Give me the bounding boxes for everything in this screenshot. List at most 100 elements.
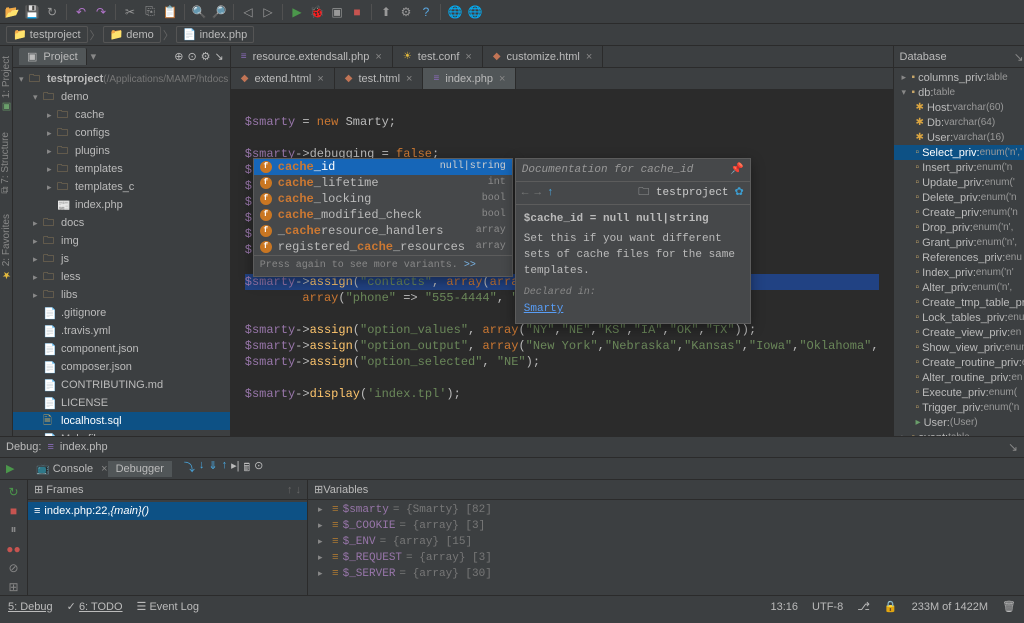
db-col[interactable]: ▫Trigger_priv: enum('n <box>894 400 1024 415</box>
status-eventlog[interactable]: ☰ Event Log <box>137 600 199 613</box>
db-col[interactable]: ▸User: (User) <box>894 415 1024 430</box>
db-col[interactable]: ▫Execute_priv: enum( <box>894 385 1024 400</box>
completion-item[interactable]: fcache_lockingbool <box>254 191 512 207</box>
undo-icon[interactable]: ↶ <box>73 4 89 20</box>
find-icon[interactable]: 🔍 <box>191 4 207 20</box>
db-col-selected[interactable]: ▫Select_priv: enum('n',' <box>894 145 1024 160</box>
step-over-icon[interactable]: ⤵ <box>184 459 195 478</box>
db-item[interactable]: ▸▪event: table <box>894 430 1024 436</box>
status-memory[interactable]: 233M of 1422M <box>912 601 988 613</box>
forward-icon[interactable]: ▷ <box>260 4 276 20</box>
tree-folder[interactable]: ▸🗀less <box>13 268 230 286</box>
stop-icon[interactable]: ■ <box>6 503 22 518</box>
close-icon[interactable]: × <box>406 73 412 85</box>
tree-file[interactable]: 📄CONTRIBUTING.md <box>13 376 230 394</box>
close-icon[interactable]: × <box>317 73 323 85</box>
redo-icon[interactable]: ↷ <box>93 4 109 20</box>
db-col[interactable]: ▫Create_tmp_table_pri <box>894 295 1024 310</box>
debugger-tab[interactable]: Debugger <box>108 461 172 477</box>
forward-icon[interactable]: → <box>534 185 541 201</box>
up-icon[interactable]: ↑ <box>547 185 554 201</box>
view-bp-icon[interactable]: ●● <box>6 542 22 557</box>
tree-folder[interactable]: ▸🗀configs <box>13 124 230 142</box>
tree-file[interactable]: 📄composer.json <box>13 358 230 376</box>
resume-icon[interactable]: ▶ <box>6 462 14 475</box>
db-col[interactable]: ▫Delete_priv: enum('n <box>894 190 1024 205</box>
step-into-icon[interactable]: ↓ <box>199 459 205 478</box>
tree-file-selected[interactable]: 🗎localhost.sql <box>13 412 230 430</box>
git-icon[interactable]: ⎇ <box>857 600 870 613</box>
tree-folder[interactable]: ▸🗀plugins <box>13 142 230 160</box>
status-todo[interactable]: ✓ 6: TODO <box>67 600 123 613</box>
tree-folder[interactable]: ▸🗀libs <box>13 286 230 304</box>
db-col[interactable]: ▫Create_routine_priv: e <box>894 355 1024 370</box>
db-col[interactable]: ▫Alter_priv: enum('n', <box>894 280 1024 295</box>
tree-folder[interactable]: ▸🗀templates <box>13 160 230 178</box>
var-item[interactable]: ▸≡$smarty = {Smarty} [82] <box>308 502 1024 518</box>
db-col[interactable]: ▫Create_view_priv: en <box>894 325 1024 340</box>
tree-file[interactable]: 📄LICENSE <box>13 394 230 412</box>
db-col[interactable]: ▫Create_priv: enum('n <box>894 205 1024 220</box>
crumb-project[interactable]: 📁 testproject <box>6 26 88 43</box>
status-debug[interactable]: 5: Debug <box>8 601 53 613</box>
rail-structure[interactable]: ⧉ 7: Structure <box>0 126 12 200</box>
var-item[interactable]: ▸≡$_SERVER = {array} [30] <box>308 566 1024 582</box>
gear-icon[interactable]: ✿ <box>735 185 744 201</box>
settings-icon[interactable]: ⚙ <box>398 4 414 20</box>
db-col[interactable]: ▫Drop_priv: enum('n', <box>894 220 1024 235</box>
close-icon[interactable]: × <box>375 51 381 63</box>
copy-icon[interactable]: ⎘ <box>142 4 158 20</box>
rail-project[interactable]: ▣ 1: Project <box>1 50 12 118</box>
tree-file[interactable]: 📰index.php <box>13 196 230 214</box>
tree-folder[interactable]: ▸🗀templates_c <box>13 178 230 196</box>
db-col[interactable]: ▫Index_priv: enum('n' <box>894 265 1024 280</box>
tree-file[interactable]: 📄.travis.yml <box>13 322 230 340</box>
status-encoding[interactable]: UTF-8 <box>812 601 843 613</box>
close-icon[interactable]: × <box>465 51 471 63</box>
project-tab[interactable]: ▣ Project <box>19 48 87 65</box>
var-item[interactable]: ▸≡$_ENV = {array} [15] <box>308 534 1024 550</box>
coverage-icon[interactable]: ▣ <box>329 4 345 20</box>
hide-icon[interactable]: ↘ <box>1008 440 1018 454</box>
editor-tab[interactable]: ☀test.conf× <box>393 46 483 67</box>
close-icon[interactable]: × <box>586 51 592 63</box>
watch-icon[interactable]: ⊙ <box>254 459 263 478</box>
layout-icon[interactable]: ⊞ <box>6 580 22 595</box>
tree-root[interactable]: ▾🗀testproject (/Applications/MAMP/htdocs <box>13 70 230 88</box>
trash-icon[interactable]: 🗑 <box>1002 600 1016 613</box>
db-col[interactable]: ✱Db: varchar(64) <box>894 115 1024 130</box>
db-col[interactable]: ▫Alter_routine_priv: en <box>894 370 1024 385</box>
crumb-folder[interactable]: 📁 demo <box>103 26 161 43</box>
more-link[interactable]: >> <box>464 260 476 271</box>
mute-bp-icon[interactable]: ⊘ <box>6 561 22 576</box>
db-col[interactable]: ✱User: varchar(16) <box>894 130 1024 145</box>
open-icon[interactable]: 📂 <box>4 4 20 20</box>
completion-item[interactable]: fregistered_cache_resourcesarray <box>254 239 512 255</box>
browser2-icon[interactable]: 🌐 <box>467 4 483 20</box>
force-step-icon[interactable]: ⇓ <box>208 459 217 478</box>
db-col[interactable]: ▫References_priv: enu <box>894 250 1024 265</box>
var-item[interactable]: ▸≡$_COOKIE = {array} [3] <box>308 518 1024 534</box>
editor-tab[interactable]: ≡resource.extendsall.php× <box>231 46 393 67</box>
tree-file[interactable]: 📄Makefile <box>13 430 230 436</box>
close-icon[interactable]: × <box>499 73 505 85</box>
db-col[interactable]: ▫Grant_priv: enum('n', <box>894 235 1024 250</box>
db-item[interactable]: ▾▪db: table <box>894 85 1024 100</box>
pin-icon[interactable]: 📌 <box>730 162 744 178</box>
console-tab[interactable]: 📺 Console <box>28 460 101 477</box>
debug-icon[interactable]: 🐞 <box>309 4 325 20</box>
vcs-icon[interactable]: ⬆ <box>378 4 394 20</box>
cut-icon[interactable]: ✂ <box>122 4 138 20</box>
crumb-file[interactable]: 📄 index.php <box>176 26 254 43</box>
completion-item[interactable]: f_cacheresource_handlersarray <box>254 223 512 239</box>
replace-icon[interactable]: 🔎 <box>211 4 227 20</box>
tree-file[interactable]: 📄component.json <box>13 340 230 358</box>
tree-folder[interactable]: ▸🗀img <box>13 232 230 250</box>
rail-favorites[interactable]: ★ 2: Favorites <box>1 208 12 286</box>
tree-folder[interactable]: ▾🗀demo <box>13 88 230 106</box>
save-icon[interactable]: 💾 <box>24 4 40 20</box>
var-item[interactable]: ▸≡$_REQUEST = {array} [3] <box>308 550 1024 566</box>
frame-item[interactable]: ≡index.php:22, {main}() <box>28 502 307 520</box>
editor-body[interactable]: $smarty = new Smarty; $smarty->debugging… <box>231 90 893 436</box>
rerun-icon[interactable]: ↻ <box>6 484 22 499</box>
